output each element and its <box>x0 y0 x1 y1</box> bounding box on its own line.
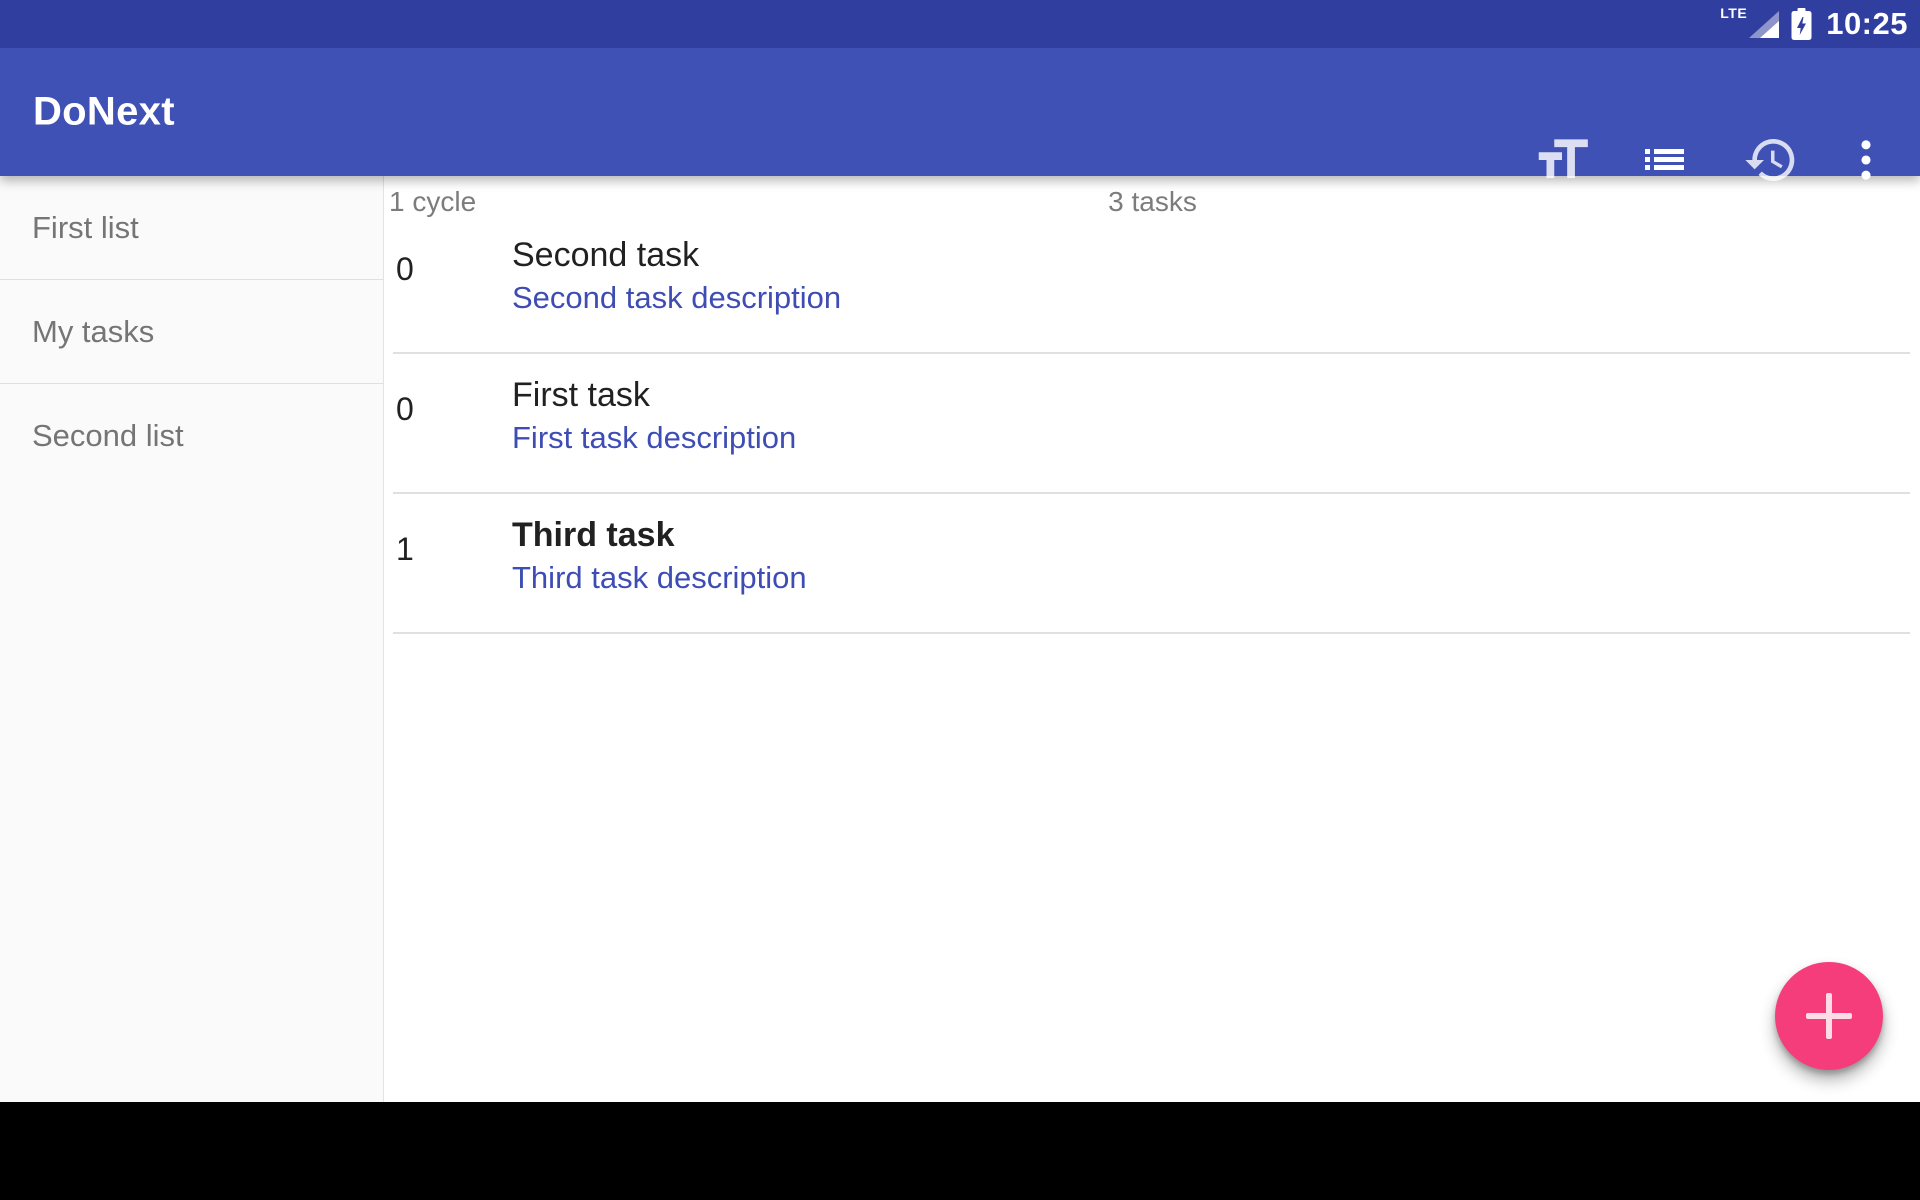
clock: 10:25 <box>1826 6 1908 42</box>
signal-strength-icon <box>1749 11 1779 38</box>
task-cycle-count: 1 <box>396 532 414 566</box>
overflow-menu-button[interactable] <box>1840 134 1892 186</box>
history-icon <box>1743 132 1799 188</box>
content-area: First list My tasks Second list 1 cycle … <box>0 176 1920 1102</box>
task-description: Second task description <box>512 278 841 318</box>
task-text: Third task Third task description <box>512 512 807 598</box>
task-list-header: 1 cycle 3 tasks <box>385 176 1920 214</box>
task-cycle-count: 0 <box>396 252 414 286</box>
sidebar-item-my-tasks[interactable]: My tasks <box>0 280 383 383</box>
history-button[interactable] <box>1743 132 1799 188</box>
donext-app-screen: LTE 10:25 DoNext <box>0 0 1920 1200</box>
task-row[interactable]: 0 Second task Second task description <box>385 214 1920 354</box>
task-title: First task <box>512 372 796 418</box>
task-list-panel: 1 cycle 3 tasks 0 Second task Second tas… <box>385 176 1920 1102</box>
task-cycle-count: 0 <box>396 392 414 426</box>
task-description: Third task description <box>512 558 807 598</box>
row-divider <box>393 632 1910 634</box>
android-nav-bar <box>0 1102 1920 1200</box>
list-view-button[interactable] <box>1645 149 1684 170</box>
format-list-bulleted-icon <box>1645 149 1684 170</box>
format-size-button[interactable] <box>1531 129 1593 191</box>
format-size-icon <box>1531 129 1593 191</box>
task-text: Second task Second task description <box>512 232 841 318</box>
lists-sidebar: First list My tasks Second list <box>0 176 384 1102</box>
status-bar: LTE 10:25 <box>0 0 1920 48</box>
task-row[interactable]: 1 Third task Third task description <box>385 494 1920 634</box>
sidebar-item-label: First list <box>32 210 139 246</box>
app-bar: DoNext <box>0 48 1920 176</box>
task-row[interactable]: 0 First task First task description <box>385 354 1920 494</box>
sidebar-item-first-list[interactable]: First list <box>0 176 383 279</box>
task-description: First task description <box>512 418 796 458</box>
lte-label: LTE <box>1720 5 1747 21</box>
sidebar-item-label: Second list <box>32 418 184 454</box>
more-options-icon <box>1840 134 1892 186</box>
task-text: First task First task description <box>512 372 796 458</box>
add-task-fab[interactable] <box>1775 962 1883 1070</box>
app-title: DoNext <box>33 90 175 135</box>
plus-icon <box>1806 993 1852 1039</box>
battery-charging-icon <box>1791 8 1812 41</box>
task-title: Second task <box>512 232 841 278</box>
task-title: Third task <box>512 512 807 558</box>
status-icons: LTE 10:25 <box>1720 0 1920 48</box>
sidebar-item-label: My tasks <box>32 314 154 350</box>
sidebar-item-second-list[interactable]: Second list <box>0 384 383 487</box>
